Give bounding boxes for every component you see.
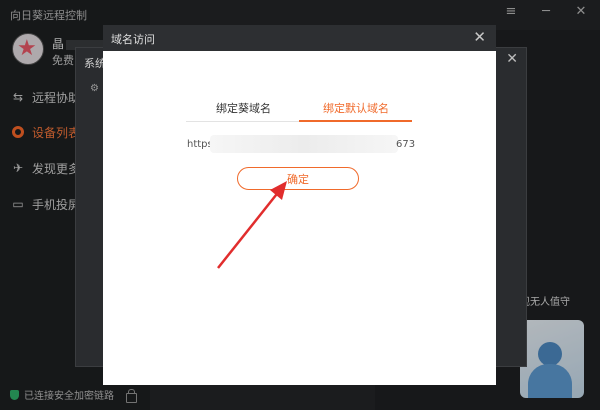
- annotation-arrow-icon: [217, 181, 287, 269]
